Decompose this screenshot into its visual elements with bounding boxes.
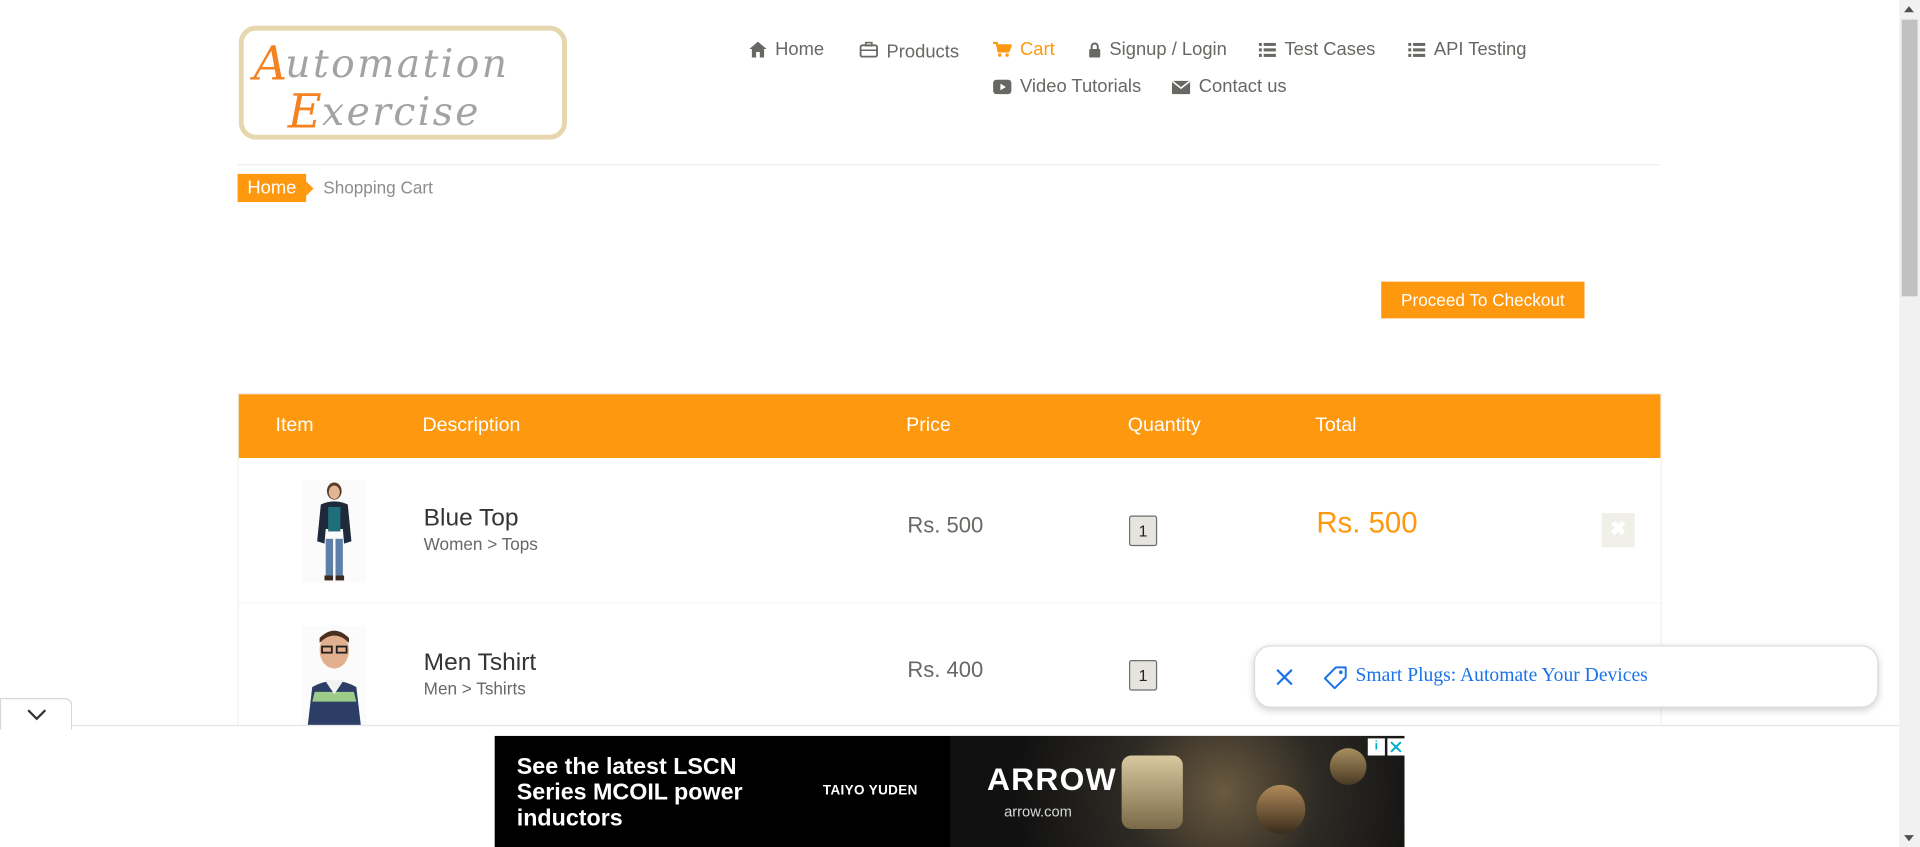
nav-contact-us[interactable]: Contact us <box>1171 75 1287 97</box>
nav-signup-login-label: Signup / Login <box>1109 39 1227 61</box>
nav-api-testing[interactable]: API Testing <box>1408 39 1526 60</box>
logo-wordmark: A utomation E xercise <box>249 37 509 135</box>
ad-close-icon[interactable] <box>1387 738 1405 756</box>
product-category: Men > Tshirts <box>423 678 526 698</box>
chevron-down-icon <box>27 709 47 721</box>
nav-video-tutorials[interactable]: Video Tutorials <box>993 76 1141 97</box>
nav-signup-login[interactable]: Signup / Login <box>1089 39 1227 60</box>
product-image-blue-top[interactable] <box>302 480 367 583</box>
header-divider <box>237 164 1661 166</box>
nav-products-label: Products <box>886 41 960 63</box>
advertisement[interactable]: See the latest LSCN Series MCOIL power i… <box>494 735 1405 847</box>
close-icon[interactable] <box>1272 665 1296 689</box>
ad-headline: See the latest LSCN Series MCOIL power i… <box>516 754 743 832</box>
cart-table-header: Item Description Price Quantity Total <box>238 394 1661 458</box>
page: A utomation E xercise Home Products Cart… <box>0 0 1920 847</box>
list-icon <box>1408 42 1426 57</box>
ad-url: arrow.com <box>1004 803 1072 821</box>
product-total: Rs. 500 <box>1316 506 1418 541</box>
header-total: Total <box>1315 415 1357 436</box>
shopping-cart-icon <box>993 41 1012 57</box>
product-price: Rs. 400 <box>907 657 984 683</box>
ad-photo: ARROW arrow.com <box>950 735 1405 847</box>
scroll-thumb[interactable] <box>1901 19 1918 297</box>
ad-brand: TAIYO YUDEN <box>822 783 918 799</box>
header-description: Description <box>422 415 521 436</box>
nav-products[interactable]: Products <box>859 39 960 63</box>
quantity-button[interactable]: 1 <box>1128 660 1158 691</box>
header-item: Item <box>275 415 314 436</box>
nav-home-label: Home <box>775 39 825 61</box>
times-icon: ✖ <box>1609 519 1627 541</box>
close-icon <box>1390 741 1402 753</box>
delete-item-button[interactable]: ✖ <box>1601 513 1635 548</box>
nav-contact-us-label: Contact us <box>1198 75 1287 97</box>
table-row: Blue Top Women > Tops Rs. 500 1 Rs. 500 … <box>238 458 1661 604</box>
quantity-button[interactable]: 1 <box>1128 515 1158 547</box>
ad-photo-component <box>1329 748 1367 785</box>
scroll-down-arrow[interactable] <box>1904 835 1914 842</box>
nav-api-testing-label: API Testing <box>1433 39 1527 61</box>
page-scrollbar[interactable] <box>1899 0 1920 847</box>
product-image-men-tshirt[interactable] <box>302 625 367 729</box>
svg-text:A: A <box>249 37 287 91</box>
briefcase-icon <box>859 41 878 58</box>
ad-info-icon[interactable]: i <box>1367 738 1385 756</box>
site-logo[interactable]: A utomation E xercise <box>238 25 567 140</box>
lock-icon <box>1089 42 1101 58</box>
product-price: Rs. 500 <box>907 513 984 538</box>
suggestion-text[interactable]: Smart Plugs: Automate Your Devices <box>1356 665 1648 687</box>
youtube-play-icon <box>993 78 1012 94</box>
envelope-icon <box>1171 80 1191 94</box>
product-category: Women > Tops <box>423 533 538 554</box>
ad-collapse-button[interactable] <box>0 697 73 730</box>
breadcrumb-home[interactable]: Home <box>237 173 314 203</box>
nav-video-tutorials-label: Video Tutorials <box>1020 75 1142 97</box>
ad-photo-component <box>1256 784 1306 834</box>
tag-icon <box>1323 666 1347 690</box>
nav-cart-label: Cart <box>1020 39 1055 61</box>
svg-text:E: E <box>287 84 322 134</box>
product-name[interactable]: Blue Top <box>424 504 519 532</box>
nav-cart[interactable]: Cart <box>993 39 1055 60</box>
nav-test-cases-label: Test Cases <box>1284 39 1376 61</box>
suggestion-popup[interactable]: Smart Plugs: Automate Your Devices <box>1253 645 1879 708</box>
header-price: Price <box>906 415 951 436</box>
svg-text:utomation: utomation <box>285 42 509 87</box>
svg-text:xercise: xercise <box>322 90 481 135</box>
ad-logo: ARROW <box>986 760 1117 798</box>
nav-test-cases[interactable]: Test Cases <box>1258 39 1376 61</box>
home-icon <box>749 41 767 58</box>
ad-photo-component <box>1121 755 1183 829</box>
nav-home[interactable]: Home <box>749 39 824 60</box>
scroll-up-arrow[interactable] <box>1904 6 1914 13</box>
product-name[interactable]: Men Tshirt <box>424 649 537 677</box>
list-icon <box>1258 42 1276 57</box>
proceed-to-checkout-button[interactable]: Proceed To Checkout <box>1381 281 1585 319</box>
breadcrumb-current: Shopping Cart <box>323 177 433 198</box>
header-quantity: Quantity <box>1127 415 1201 436</box>
